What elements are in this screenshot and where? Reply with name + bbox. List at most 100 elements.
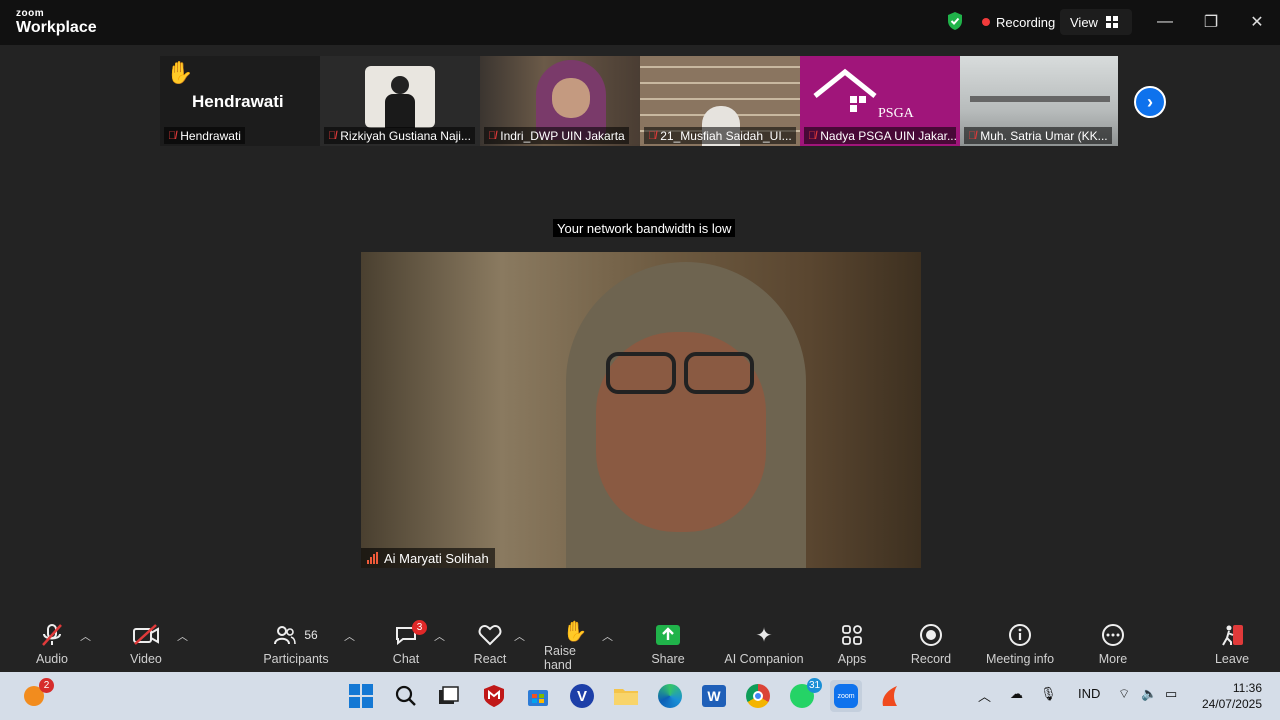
info-icon [1008,618,1032,652]
wifi-icon[interactable]: ⌔ [1118,686,1130,702]
mic-muted-icon [41,618,63,652]
speaker-name: Ai Maryati Solihah [384,550,489,566]
mcafee-icon[interactable] [478,680,510,712]
participant-tile[interactable]: ✋ Hendrawati 🎙̸ Hendrawati [160,56,320,146]
participants-count: 56 [304,628,318,642]
participants-options-caret-icon[interactable]: ︿ [344,628,355,644]
react-options-caret-icon[interactable]: ︿ [514,628,525,644]
zoom-logo-workplace: Workplace [16,19,97,36]
participants-button[interactable]: 56 Participants [262,618,330,672]
share-screen-icon [655,618,681,652]
mic-muted-icon: 🎙̸ [648,129,657,142]
onedrive-icon[interactable]: ☁ [1010,686,1023,702]
restore-button[interactable]: ❐ [1196,8,1226,36]
participant-tile[interactable]: 🎙̸ Muh. Satria Umar (KK... [960,56,1118,146]
participant-name-tag: 🎙̸ 21_Musfiah Saidah_UI... [644,127,796,144]
audio-options-caret-icon[interactable]: ︿ [80,628,91,644]
active-speaker-video[interactable]: Ai Maryati Solihah [361,252,921,568]
mic-muted-icon: 🎙̸ [808,129,817,142]
raise-hand-icon: ✋ [562,620,588,643]
participant-tile[interactable]: PSGA 🎙̸ Nadya PSGA UIN Jakar... [800,56,960,146]
ai-companion-button[interactable]: ✦ AI Companion [722,618,806,672]
chevron-right-icon: › [1147,91,1153,112]
video-options-caret-icon[interactable]: ︿ [177,628,188,644]
security-shield-icon[interactable] [946,11,964,31]
network-warning-banner: Your network bandwidth is low [553,219,736,237]
apps-button[interactable]: Apps [834,618,870,672]
whatsapp-badge: 31 [807,678,822,693]
share-button[interactable]: Share [648,618,688,672]
sparkle-icon: ✦ [755,624,773,647]
raise-hand-button[interactable]: ✋ Raise hand [544,618,606,673]
participant-tile[interactable]: 🎙̸ Rizkiyah Gustiana Naji... [320,56,480,146]
mic-muted-icon: 🎙̸ [328,129,337,142]
clock-time: 11:36 [1232,681,1262,695]
view-button[interactable]: View [1060,9,1132,35]
chat-icon: 3 [395,618,427,652]
participant-tile[interactable]: 🎙̸ Indri_DWP UIN Jakarta [480,56,640,146]
participant-name-tag: 🎙̸ Nadya PSGA UIN Jakar... [804,127,956,144]
gallery-strip: ✋ Hendrawati 🎙̸ Hendrawati 🎙̸ Rizkiyah Gus… [160,56,1118,146]
video-button[interactable]: Video [126,618,166,672]
participant-name-tag: 🎙̸ Indri_DWP UIN Jakarta [484,127,629,144]
battery-icon[interactable]: ▭ [1165,686,1177,702]
record-icon [919,618,943,652]
meeting-controls-toolbar: Audio ︿ Video ︿ 56 Participants ︿ 3 Chat… [0,618,1280,672]
mic-muted-icon: 🎙̸ [968,129,977,142]
recording-label: Recording [996,14,1056,30]
more-button[interactable]: More [1094,618,1132,672]
participant-name-tag: 🎙̸ Rizkiyah Gustiana Naji... [324,127,475,144]
microsoft-store-icon[interactable] [522,680,554,712]
participant-name-tag: 🎙̸ Hendrawati [164,127,245,144]
microphone-icon[interactable]: 🎙 [1040,686,1057,702]
chat-options-caret-icon[interactable]: ︿ [434,628,445,644]
participant-video [365,66,435,128]
show-hidden-icons-chevron-icon[interactable]: ︿ [978,686,991,705]
participant-name-tag: 🎙̸ Muh. Satria Umar (KK... [964,127,1112,144]
volume-icon[interactable]: 🔈 [1141,686,1157,702]
raise-hand-options-caret-icon[interactable]: ︿ [602,628,613,644]
gallery-next-button[interactable]: › [1134,86,1166,118]
clock-date: 24/07/2025 [1201,697,1262,711]
apps-icon [841,618,863,652]
close-button[interactable]: ✕ [1242,8,1272,36]
app-pdf-icon[interactable] [874,680,906,712]
speaker-silhouette [566,262,806,568]
windows-start-icon[interactable] [345,680,377,712]
search-icon[interactable] [390,680,422,712]
audio-button[interactable]: Audio [30,618,74,672]
view-label: View [1070,14,1098,30]
grid-view-icon [1105,16,1118,28]
minimize-button[interactable]: — [1150,8,1180,36]
participant-display-name: Hendrawati [192,92,284,111]
app-v-icon[interactable]: V [566,680,598,712]
language-indicator[interactable]: IND [1078,686,1100,701]
edge-browser-icon[interactable] [654,680,686,712]
more-options-icon [1101,618,1125,652]
react-button[interactable]: React [472,618,508,672]
weather-widget-icon[interactable]: 2 [18,678,54,712]
recording-indicator[interactable]: Recording [976,10,1055,34]
leave-icon [1219,618,1245,652]
task-view-icon[interactable] [433,680,465,712]
raised-hand-icon: ✋ [166,60,194,85]
file-explorer-icon[interactable] [610,680,642,712]
meeting-info-button[interactable]: Meeting info [982,618,1058,672]
record-button[interactable]: Record [910,618,952,672]
leave-button[interactable]: Leave [1212,618,1252,672]
system-clock[interactable]: 11:36 24/07/2025 [1196,680,1262,712]
chrome-icon[interactable] [742,680,774,712]
zoom-taskbar-icon[interactable]: zoom [830,680,862,712]
audio-level-icon [367,552,378,564]
title-bar: zoom Workplace Recording View — ❐ ✕ [0,0,1280,45]
windows-taskbar: 2 V W 31 zoom ︿ ☁ 🎙 IND ⌔ 🔈 ▭ 11:36 24/0… [0,672,1280,720]
chat-unread-badge: 3 [412,620,427,635]
whatsapp-icon[interactable]: 31 [786,678,822,712]
zoom-logo-small: zoom [16,8,45,19]
participant-tile[interactable]: 🎙̸ 21_Musfiah Saidah_UI... [640,56,800,146]
word-icon[interactable]: W [698,680,730,712]
chat-button[interactable]: 3 Chat [390,618,427,672]
psga-house-logo-icon [813,68,877,112]
participants-icon: 56 [274,618,318,652]
office-background [970,96,1110,102]
